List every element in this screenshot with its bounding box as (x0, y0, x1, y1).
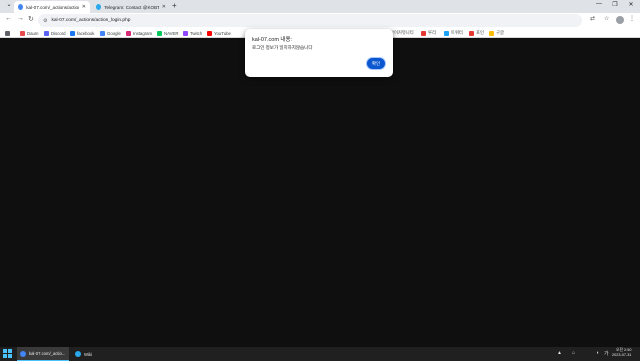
chrome-icon (20, 350, 26, 357)
maximize-button[interactable]: ❐ (610, 1, 620, 8)
bookmark-naver[interactable]: NAVER (157, 29, 179, 37)
bookmark-google[interactable]: Google (100, 29, 121, 37)
bookmark-daum[interactable]: Daum (20, 29, 38, 37)
grid-icon (5, 30, 10, 36)
bookmark-twitter[interactable]: 트위터 (444, 29, 463, 37)
bookmark-label: 루리 (428, 30, 436, 35)
start-tile (8, 349, 12, 353)
google-icon (489, 30, 494, 36)
bookmark-label: 트위터 (451, 30, 463, 35)
chrome-favicon-icon (18, 4, 24, 10)
taskbar-label: Wiki (84, 351, 92, 357)
close-icon[interactable]: ✕ (162, 4, 166, 10)
clock-date: 2023-07-31 (612, 353, 632, 357)
bookmark-google-kr[interactable]: 구글 (489, 29, 504, 37)
bookmark-ruri[interactable]: 루리 (421, 29, 436, 37)
bookmark-community[interactable]: 아이커뮤니티 (390, 29, 414, 37)
address-bar[interactable]: ⚙ kal-07.com/_actions/action_login.php (38, 14, 582, 27)
ok-button[interactable]: 확인 (366, 57, 386, 70)
discord-icon (44, 30, 49, 36)
bookmark-label: facebook (77, 30, 95, 36)
forward-button[interactable]: → (17, 15, 24, 22)
bookmark-poin[interactable]: 포인 (469, 29, 484, 37)
telegram-favicon-icon (96, 4, 102, 10)
windows-start-icon[interactable] (3, 349, 12, 358)
taskbar-wiki[interactable]: Wiki (72, 347, 102, 361)
volume-icon[interactable]: ◖ (596, 350, 599, 356)
bookmark-youtube[interactable]: YouTube (207, 29, 231, 37)
facebook-icon (70, 30, 75, 36)
bookmark-label: Google (107, 30, 121, 36)
bookmark-label: Daum (27, 30, 39, 36)
poin-icon (469, 30, 474, 36)
star-icon[interactable]: ☆ (604, 15, 609, 22)
bookmark-label: NAVER (164, 30, 179, 36)
bookmark-instagram[interactable]: Instagram (126, 29, 152, 37)
tab-telegram[interactable]: Telegram: Contact @KOBTCH ✕ (92, 1, 170, 13)
naver-icon (157, 30, 162, 36)
instagram-icon (126, 30, 131, 36)
new-tab-button[interactable]: + (172, 2, 177, 10)
apps-icon[interactable] (5, 29, 10, 37)
tab-kal07[interactable]: kal-07.com/_actions/action_lc ✕ (14, 1, 90, 13)
youtube-icon (207, 30, 212, 36)
clock[interactable]: 오전 2:50 2023-07-31 (612, 348, 631, 358)
network-icon[interactable]: ⌂ (572, 350, 575, 356)
bookmark-label: 구글 (496, 30, 504, 35)
bookmark-facebook[interactable]: facebook (70, 29, 94, 37)
bookmark-label: Discord (51, 30, 66, 36)
start-tile (8, 354, 12, 358)
menu-icon[interactable]: ⋮ (629, 15, 635, 22)
tab-search-icon[interactable]: ⌄ (4, 1, 14, 8)
twitter-icon (444, 30, 449, 36)
site-info-icon[interactable]: ⚙ (43, 18, 47, 24)
back-button[interactable]: ← (5, 15, 12, 22)
bookmark-label: Twitch (190, 30, 203, 36)
bookmark-label: Instagram (133, 30, 153, 36)
bookmark-label: 포인 (476, 30, 484, 35)
address-url: kal-07.com/_actions/action_login.php (51, 18, 131, 23)
tab-title: kal-07.com/_actions/action_lc (26, 4, 79, 10)
profile-avatar[interactable] (616, 16, 624, 24)
tray-arrow-icon[interactable]: ▲ (557, 350, 562, 356)
close-window-button[interactable]: ✕ (626, 1, 636, 8)
bookmark-discord[interactable]: Discord (44, 29, 66, 37)
tab-title: Telegram: Contact @KOBTCH (104, 4, 159, 10)
close-icon[interactable]: ✕ (82, 4, 86, 10)
taskbar-label: kal-07.com/_actio... (29, 351, 66, 356)
dialog-message: 로그인 정보가 일치하지않습니다 (252, 45, 313, 50)
translate-icon[interactable]: ⇄ (590, 15, 595, 22)
reload-button[interactable]: ↻ (28, 15, 34, 23)
bookmark-twitch[interactable]: Twitch (183, 29, 202, 37)
start-tile (3, 354, 7, 358)
telegram-icon (75, 351, 81, 357)
ruri-icon (421, 30, 426, 36)
start-tile (3, 349, 7, 353)
bookmark-label: YouTube (214, 30, 231, 36)
dialog-title: kal-07.com 내용: (252, 37, 293, 43)
twitch-icon (183, 30, 188, 36)
bookmark-label: 아이커뮤니티 (390, 30, 414, 35)
page-content (0, 39, 640, 347)
google-icon (100, 30, 105, 36)
minimize-button[interactable]: — (594, 1, 604, 7)
daum-icon (20, 30, 25, 36)
ime-icon[interactable]: 가 (604, 350, 609, 357)
taskbar-chrome[interactable]: kal-07.com/_actio... (17, 347, 69, 361)
